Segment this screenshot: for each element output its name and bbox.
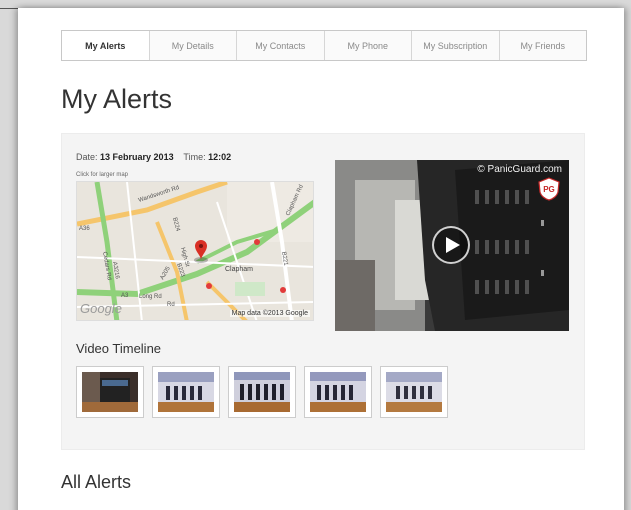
map-credit: Map data ©2013 Google — [229, 310, 310, 317]
thumbnail-frame — [158, 372, 214, 412]
time-value: 12:02 — [208, 152, 232, 162]
video-timeline — [76, 366, 448, 418]
timeline-heading: Video Timeline — [76, 341, 162, 356]
map-label: Rd — [167, 302, 175, 308]
thumbnail-frame — [82, 372, 138, 412]
alert-datetime: Date: 13 February 2013 Time: 12:02 — [76, 152, 231, 162]
thumbnail-frame — [386, 372, 442, 412]
date-value: 13 February 2013 — [100, 152, 174, 162]
timeline-thumbnail[interactable] — [228, 366, 296, 418]
thumbnail-frame — [234, 372, 290, 412]
account-tabs: My Alerts My Details My Contacts My Phon… — [61, 30, 587, 61]
timeline-thumbnail[interactable] — [304, 366, 372, 418]
all-alerts-heading: All Alerts — [61, 472, 132, 492]
map-logo: Google — [80, 301, 122, 316]
video-player[interactable]: © PanicGuard.com PG — [335, 160, 569, 331]
tab-my-subscription[interactable]: My Subscription — [412, 31, 500, 60]
timeline-thumbnail[interactable] — [152, 366, 220, 418]
map-label: A36 — [79, 226, 90, 232]
timeline-thumbnail[interactable] — [76, 366, 144, 418]
map-hint: Click for larger map — [76, 172, 129, 178]
time-label: Time: — [183, 152, 206, 162]
play-icon[interactable] — [432, 226, 470, 264]
tab-my-friends[interactable]: My Friends — [500, 31, 587, 60]
video-credit: © PanicGuard.com — [477, 164, 562, 175]
tab-my-details[interactable]: My Details — [150, 31, 237, 60]
tab-my-contacts[interactable]: My Contacts — [237, 31, 325, 60]
thumbnail-frame — [310, 372, 366, 412]
timeline-thumbnail[interactable] — [380, 366, 448, 418]
map-label: Long Rd — [139, 294, 162, 300]
map-label: A3 — [121, 293, 129, 299]
tab-my-phone[interactable]: My Phone — [325, 31, 412, 60]
page-title: My Alerts — [61, 84, 173, 114]
tab-my-alerts[interactable]: My Alerts — [62, 31, 150, 60]
play-triangle — [445, 237, 460, 253]
date-label: Date: — [76, 152, 98, 162]
location-map[interactable]: Wandsworth Rd A36 Cedars Rd A3216 B224 C… — [76, 181, 314, 321]
video-badge-text: PG — [543, 185, 555, 194]
panicguard-badge-icon: PG — [538, 177, 560, 201]
map-label: Clapham — [225, 266, 253, 273]
